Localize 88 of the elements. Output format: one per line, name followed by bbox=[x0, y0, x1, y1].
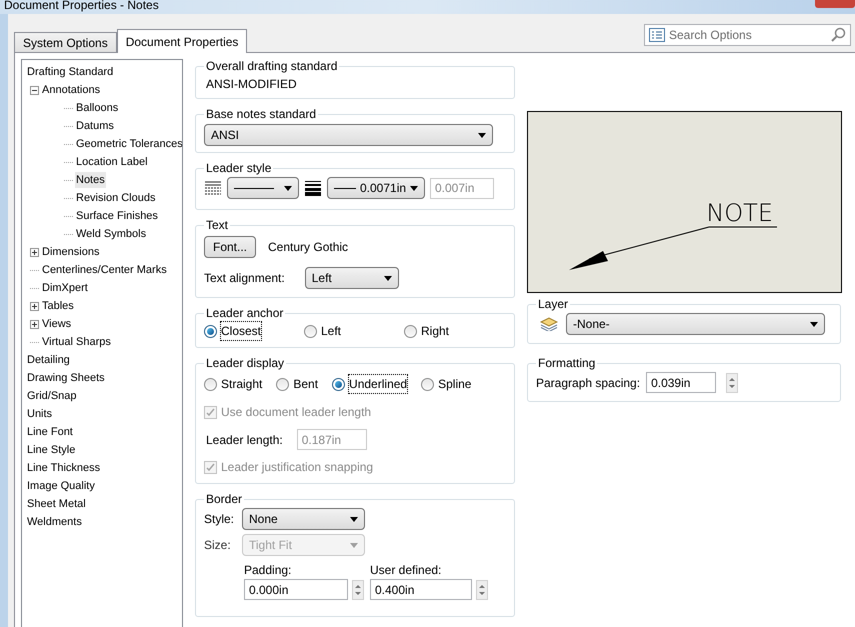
tree-item[interactable]: Annotations bbox=[41, 82, 102, 98]
tree-item[interactable]: Geometric Tolerances bbox=[75, 136, 182, 152]
radio-option[interactable]: Straight bbox=[204, 375, 262, 393]
tree-item[interactable]: Weldments bbox=[26, 514, 83, 530]
tab[interactable]: Document Properties bbox=[116, 29, 248, 53]
expand-icon[interactable] bbox=[30, 302, 39, 310]
tree-item[interactable]: Location Label bbox=[75, 154, 149, 170]
tree-item[interactable]: Centerlines/Center Marks bbox=[41, 262, 168, 278]
radio-option[interactable]: Bent bbox=[276, 375, 318, 393]
tree-item[interactable]: Units bbox=[26, 406, 54, 422]
tree-item[interactable]: Surface Finishes bbox=[75, 208, 159, 224]
checkmark-icon bbox=[206, 462, 215, 472]
group-title: Leader display bbox=[205, 355, 286, 372]
dropdown[interactable]: None bbox=[242, 508, 365, 530]
tree-item[interactable]: Drawing Sheets bbox=[26, 370, 106, 386]
input-field[interactable]: 0.039in bbox=[646, 372, 716, 393]
dropdown-arrow-icon bbox=[284, 186, 292, 190]
dropdown[interactable] bbox=[227, 177, 299, 199]
field-label: Text alignment: bbox=[204, 270, 285, 287]
spinner-arrows-icon[interactable] bbox=[476, 580, 488, 600]
radio-option[interactable]: Left bbox=[304, 322, 404, 340]
checkmark-icon bbox=[206, 408, 215, 416]
dropdown[interactable]: -None- bbox=[566, 313, 825, 335]
field-label: User defined: bbox=[370, 562, 442, 579]
dropdown-arrow-icon bbox=[350, 542, 358, 548]
tree-item[interactable]: Datums bbox=[75, 118, 115, 134]
font-name: Century Gothic bbox=[268, 239, 348, 256]
tree-item[interactable]: Virtual Sharps bbox=[41, 334, 112, 350]
field-label: Leader length: bbox=[205, 432, 283, 448]
tree-item[interactable]: Detailing bbox=[26, 352, 71, 368]
thickness-value: 0.0071in bbox=[360, 180, 406, 197]
group-title: Leader anchor bbox=[205, 305, 284, 322]
radio-option[interactable]: Closest bbox=[204, 322, 304, 340]
input-field[interactable]: 0.400in bbox=[370, 579, 472, 600]
search-field[interactable]: Search Options bbox=[644, 24, 851, 46]
search-icon[interactable] bbox=[830, 27, 846, 43]
group-title: Leader style bbox=[205, 160, 272, 177]
tree-item[interactable]: Image Quality bbox=[26, 478, 96, 494]
font-button[interactable]: Font... bbox=[204, 236, 256, 258]
line-thickness-icon bbox=[304, 180, 322, 196]
field-label: Size: bbox=[204, 537, 230, 554]
field-label: Paragraph spacing: bbox=[536, 374, 640, 392]
expand-icon[interactable] bbox=[30, 320, 39, 328]
tree-item[interactable]: Grid/Snap bbox=[26, 388, 78, 404]
search-input[interactable]: Search Options bbox=[669, 26, 826, 44]
tree-item[interactable]: Views bbox=[41, 316, 72, 332]
group-title: Base notes standard bbox=[205, 106, 318, 123]
spinner-arrows-icon[interactable] bbox=[726, 372, 738, 392]
group-title: Layer bbox=[537, 296, 570, 313]
tab[interactable]: System Options bbox=[14, 32, 117, 52]
tree-item[interactable]: Tables bbox=[41, 298, 75, 314]
input-field[interactable]: 0.000in bbox=[244, 579, 348, 600]
tree-item[interactable]: Balloons bbox=[75, 100, 120, 116]
field-label: Padding: bbox=[244, 562, 292, 579]
standard-value: ANSI-MODIFIED bbox=[205, 76, 298, 93]
tree-item[interactable]: Line Font bbox=[26, 424, 74, 440]
tree-item[interactable]: Drafting Standard bbox=[26, 64, 114, 80]
spinner-arrows-icon[interactable] bbox=[352, 580, 364, 600]
dropdown[interactable]: ANSI bbox=[204, 124, 493, 146]
group-title: Formatting bbox=[537, 355, 596, 372]
tree-item[interactable]: Sheet Metal bbox=[26, 496, 87, 512]
tree-item[interactable]: Line Thickness bbox=[26, 460, 102, 476]
window-title: Document Properties - Notes bbox=[3, 0, 159, 11]
tree-item[interactable]: Revision Clouds bbox=[75, 190, 156, 206]
dropdown-arrow-icon bbox=[410, 186, 418, 190]
layers-icon bbox=[540, 317, 558, 331]
dropdown[interactable]: 0.0071in bbox=[327, 177, 425, 199]
group-title: Border bbox=[205, 491, 244, 508]
group-title: Text bbox=[205, 217, 230, 234]
collapse-icon[interactable] bbox=[30, 86, 39, 94]
tree-item[interactable]: DimXpert bbox=[41, 280, 89, 296]
tree-item[interactable]: Line Style bbox=[26, 442, 76, 458]
line-style-icon bbox=[204, 181, 222, 195]
note-preview-text: NOTE bbox=[706, 200, 773, 226]
dropdown-arrow-icon bbox=[384, 276, 392, 280]
radio-option[interactable]: Underlined bbox=[332, 375, 408, 393]
radio-option[interactable]: Spline bbox=[421, 375, 472, 393]
radio-option[interactable]: Right bbox=[404, 322, 504, 340]
dropdown-arrow-icon bbox=[478, 132, 486, 138]
dropdown[interactable]: Left bbox=[304, 267, 399, 289]
expand-icon[interactable] bbox=[30, 248, 39, 256]
list-icon bbox=[649, 28, 665, 42]
tree-item[interactable]: Dimensions bbox=[41, 244, 100, 260]
group-title: Overall drafting standard bbox=[205, 58, 338, 75]
dropdown-arrow-icon bbox=[810, 322, 818, 326]
tree-item[interactable]: Notes bbox=[75, 172, 106, 188]
tree-item[interactable]: Weld Symbols bbox=[75, 226, 148, 242]
dropdown-arrow-icon bbox=[350, 516, 358, 522]
